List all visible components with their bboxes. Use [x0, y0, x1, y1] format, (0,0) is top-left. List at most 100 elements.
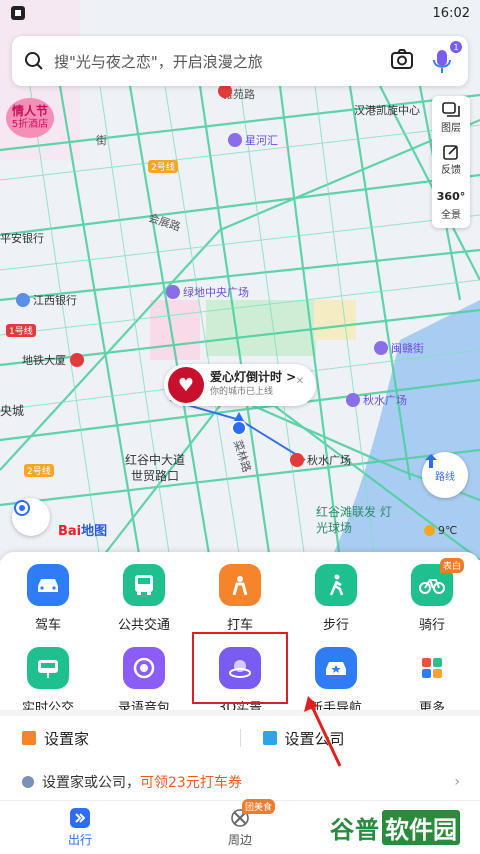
- service-label: 步行: [322, 618, 349, 633]
- app-notification-icon: [11, 6, 25, 20]
- poi-marker[interactable]: 地铁大厦: [22, 352, 87, 368]
- place-label: 平安银行: [0, 232, 44, 245]
- service-label: 公共交通: [117, 618, 170, 633]
- home-company-row: 设置家 设置公司: [0, 716, 480, 760]
- sun-icon: [424, 525, 435, 536]
- poi-dot-icon: [218, 84, 232, 98]
- tab-travel[interactable]: 出行: [0, 801, 160, 854]
- home-icon: [22, 731, 36, 745]
- poi-marker[interactable]: 闽赣街: [374, 340, 424, 356]
- annotation-highlight-box: [192, 632, 288, 704]
- poi-label: 绿地中央广场: [183, 286, 249, 299]
- service-more[interactable]: 更多: [384, 647, 480, 716]
- panorama-label: 全景: [441, 209, 461, 221]
- weather-temp: 9℃: [438, 524, 458, 537]
- square-icon: [346, 393, 360, 407]
- poi-label: 江西银行: [33, 294, 77, 307]
- feedback-button[interactable]: 反馈: [432, 138, 470, 180]
- metro-line-badge: 2号线: [24, 464, 54, 477]
- poi-label: 地铁大厦: [22, 354, 66, 367]
- service-realtime-bus[interactable]: 实时公交: [0, 647, 96, 716]
- poi-marker[interactable]: 绿地中央广场: [166, 284, 249, 300]
- bubble-subtitle: 你的城市已上线: [210, 387, 274, 397]
- layers-button[interactable]: 图层: [432, 96, 470, 138]
- service-bike[interactable]: 表白 骑行: [384, 558, 480, 633]
- mic-badge: 1: [450, 41, 462, 53]
- watermark-part2: 软件园: [382, 809, 460, 845]
- poi-marker[interactable]: 星河汇: [228, 132, 278, 148]
- promo-highlight: 可领23元打车券: [140, 775, 242, 791]
- metro-icon: [290, 453, 304, 467]
- service-voice-pack[interactable]: 录语音包: [96, 647, 192, 716]
- set-company-button[interactable]: 设置公司: [241, 728, 480, 749]
- locate-icon: [14, 500, 30, 516]
- taxi-coupon-promo[interactable]: 设置家或公司， 可领23元打车券 ›: [0, 764, 480, 800]
- building-icon: [166, 285, 180, 299]
- voice-button[interactable]: 1: [430, 41, 462, 75]
- taxi-icon: [219, 564, 261, 606]
- poi-marker[interactable]: 秋水广场: [346, 392, 407, 408]
- watermark-part1: 谷普: [330, 815, 380, 844]
- travel-icon: [70, 807, 90, 828]
- valentine-line2: 5折酒店: [11, 119, 49, 130]
- service-label: 打车: [226, 618, 253, 633]
- metro-line-badge: 2号线: [148, 160, 178, 173]
- tab-label: 周边: [227, 832, 252, 847]
- chevron-right-icon: ›: [454, 774, 460, 790]
- status-bar: 16:02: [0, 0, 480, 26]
- company-icon: [262, 731, 277, 745]
- poi-marker[interactable]: 江西银行: [16, 292, 77, 308]
- service-walk[interactable]: 步行: [288, 564, 384, 633]
- metro-line-badge: 1号线: [6, 324, 36, 337]
- bubble-title: 爱心灯倒计时 >: [210, 370, 297, 384]
- camera-icon: [391, 49, 413, 69]
- watermark-logo: 谷普 软件园: [330, 806, 472, 848]
- set-home-label: 设置家: [44, 729, 90, 748]
- service-taxi[interactable]: 打车: [192, 564, 288, 633]
- mic-icon: [433, 50, 451, 73]
- panorama-button[interactable]: 360° 全景: [432, 180, 470, 228]
- search-bar[interactable]: 搜"光与夜之恋"，开启浪漫之旅 1: [12, 36, 468, 86]
- search-placeholder[interactable]: 搜"光与夜之恋"，开启浪漫之旅: [54, 51, 390, 72]
- feedback-label: 反馈: [441, 164, 461, 176]
- tab-label: 出行: [67, 832, 92, 847]
- poi-label: 闽赣街: [391, 342, 424, 355]
- service-drive[interactable]: 驾车: [0, 564, 96, 633]
- layers-label: 图层: [441, 122, 461, 134]
- bus-icon: [123, 564, 165, 606]
- close-icon[interactable]: ✕: [296, 376, 304, 387]
- walk-icon: [315, 564, 357, 606]
- weather-widget[interactable]: 9℃: [424, 524, 457, 537]
- baidu-map-home: 情人节 5折酒店 雅苑路 会展路 街 2号线 1号线 2号线 菜林路 雅苑路 汉…: [0, 0, 480, 854]
- service-label: 驾车: [34, 618, 61, 633]
- brand-b: 地图: [81, 524, 108, 539]
- valentine-hotel-badge[interactable]: 情人节 5折酒店: [6, 98, 58, 138]
- poi-marker[interactable]: 雅苑路: [218, 84, 235, 98]
- brand-a: Bai: [58, 524, 82, 539]
- metro-icon: [70, 353, 84, 367]
- love-light-bubble[interactable]: ♥ 爱心灯倒计时 > 你的城市已上线 ✕: [164, 364, 316, 406]
- route-button[interactable]: 路线: [422, 452, 468, 498]
- more-icon: [411, 647, 453, 689]
- street-icon: [374, 341, 388, 355]
- search-icon: [25, 52, 43, 70]
- status-time: 16:02: [432, 5, 470, 21]
- voice-pack-icon: [123, 647, 165, 689]
- realtime-bus-icon: [27, 647, 69, 689]
- route-arrow-icon: [425, 454, 437, 468]
- service-label: 骑行: [418, 618, 445, 633]
- camera-button[interactable]: [390, 48, 416, 74]
- promo-text: 设置家或公司，: [42, 775, 140, 791]
- locate-button[interactable]: [12, 498, 50, 536]
- heart-icon: ♥: [168, 367, 204, 403]
- feedback-icon: [443, 144, 458, 160]
- poi-label: 秋水广场: [363, 394, 407, 407]
- poi-marker[interactable]: 秋水广场: [290, 452, 351, 468]
- baidu-logo: Bai地图: [58, 520, 107, 539]
- bike-badge: 表白: [440, 558, 465, 573]
- service-transit[interactable]: 公共交通: [96, 564, 192, 633]
- valentine-line1: 情人节: [11, 104, 48, 118]
- set-home-button[interactable]: 设置家: [0, 728, 240, 749]
- poi-label: 星河汇: [245, 134, 278, 147]
- tab-nearby[interactable]: 团美食 周边: [160, 799, 320, 854]
